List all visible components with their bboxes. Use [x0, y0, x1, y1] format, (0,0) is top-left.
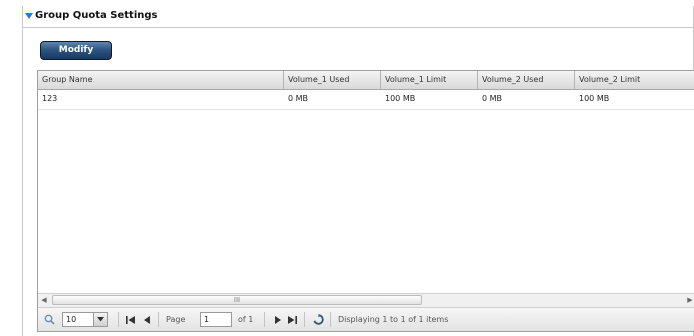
- table-header: Group Name Volume_1 Used Volume_1 Limit …: [38, 71, 694, 90]
- cell-volume2-used: 0 MB: [482, 94, 503, 103]
- separator: [264, 312, 265, 327]
- first-page-icon[interactable]: [124, 312, 138, 327]
- collapse-triangle-icon[interactable]: [25, 12, 33, 19]
- refresh-icon[interactable]: [311, 312, 325, 327]
- section-title: Group Quota Settings: [35, 10, 158, 21]
- cell-volume1-used: 0 MB: [288, 94, 309, 103]
- group-quota-panel: Group Quota Settings Modify Group Name V…: [22, 6, 694, 336]
- paging-status: Displaying 1 to 1 of 1 items: [338, 315, 449, 324]
- chevron-down-icon[interactable]: [93, 313, 107, 326]
- quota-table: Group Name Volume_1 Used Volume_1 Limit …: [37, 70, 694, 332]
- separator: [304, 312, 305, 327]
- cell-group-name: 123: [42, 94, 58, 103]
- column-header-group-name[interactable]: Group Name: [38, 71, 284, 89]
- table-row[interactable]: 123 0 MB 100 MB 0 MB 100 MB: [38, 89, 694, 110]
- column-header-volume2-limit[interactable]: Volume_2 Limit: [575, 71, 694, 89]
- horizontal-scrollbar[interactable]: ◀ III ▶: [38, 293, 694, 307]
- prev-page-icon[interactable]: [140, 312, 154, 327]
- scroll-left-arrow-icon[interactable]: ◀: [38, 294, 50, 307]
- divider: [23, 27, 693, 28]
- separator: [158, 312, 159, 327]
- column-header-volume1-limit[interactable]: Volume_1 Limit: [381, 71, 478, 89]
- cell-volume1-limit: 100 MB: [385, 94, 416, 103]
- pagination-bar: 10 Page 1 of 1 Displaying 1 to 1 of 1 it…: [38, 307, 694, 331]
- column-header-volume1-used[interactable]: Volume_1 Used: [284, 71, 381, 89]
- modify-button[interactable]: Modify: [40, 41, 112, 60]
- page-size-value: 10: [66, 315, 77, 324]
- last-page-icon[interactable]: [285, 312, 299, 327]
- page-number-input[interactable]: 1: [200, 312, 232, 327]
- page-label: Page: [166, 315, 186, 324]
- cell-volume2-limit: 100 MB: [579, 94, 610, 103]
- next-page-icon[interactable]: [270, 312, 284, 327]
- page-size-select[interactable]: 10: [62, 312, 108, 327]
- page-of-label: of 1: [238, 315, 254, 324]
- scroll-right-arrow-icon[interactable]: ▶: [684, 294, 694, 307]
- separator: [330, 312, 331, 327]
- search-icon[interactable]: [44, 314, 55, 325]
- separator: [118, 312, 119, 327]
- column-header-volume2-used[interactable]: Volume_2 Used: [478, 71, 575, 89]
- scroll-thumb[interactable]: III: [52, 295, 422, 305]
- section-header[interactable]: Group Quota Settings: [25, 10, 157, 21]
